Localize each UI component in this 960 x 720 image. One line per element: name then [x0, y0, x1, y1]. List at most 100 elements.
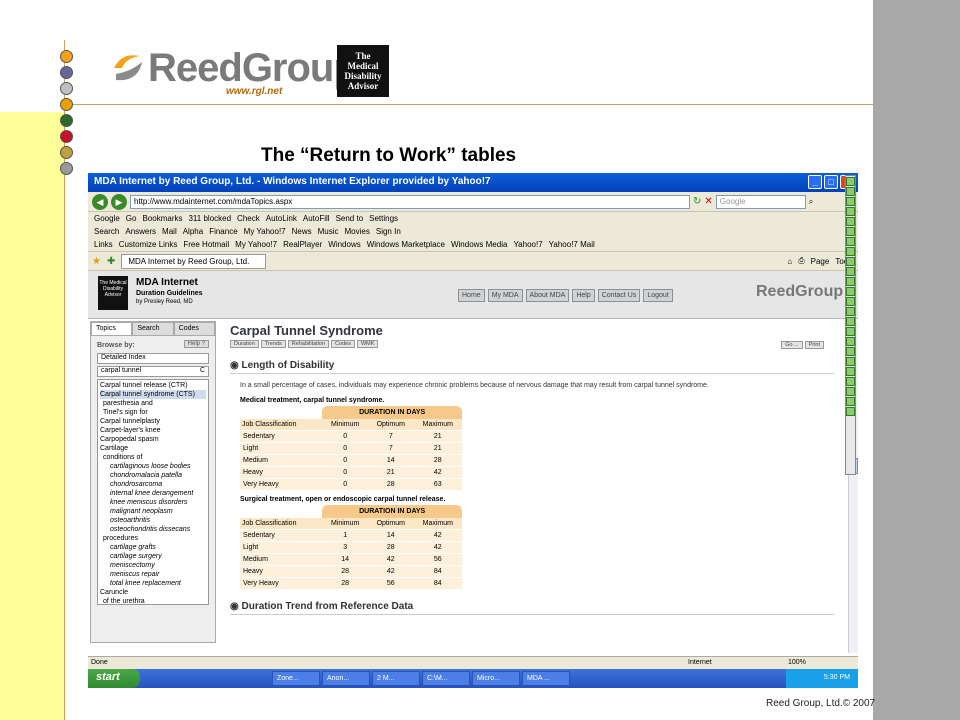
list-item[interactable]: procedures	[100, 534, 206, 543]
link-item[interactable]: My Yahoo!7	[235, 240, 277, 249]
list-item[interactable]: Carpet-layer's knee	[100, 426, 206, 435]
list-item[interactable]: knee meniscus disorders	[100, 498, 206, 507]
list-item[interactable]: cartilage surgery	[100, 552, 206, 561]
search-input[interactable]: Google	[715, 194, 806, 209]
content-tool-button[interactable]: Print	[804, 341, 824, 349]
sidebar-tab[interactable]: Search	[132, 322, 174, 336]
program-icon[interactable]	[846, 407, 855, 416]
list-item[interactable]: internal knee derangement	[100, 489, 206, 498]
program-icon[interactable]	[846, 187, 855, 196]
list-item[interactable]: chondromalacia patella	[100, 471, 206, 480]
list-item[interactable]: Carpal tunnelplasty	[100, 417, 206, 426]
link-item[interactable]: Windows Media	[451, 240, 507, 249]
list-item[interactable]: osteochondritis dissecans	[100, 525, 206, 534]
forward-button[interactable]: ▶	[111, 193, 127, 210]
toolbar-item[interactable]: Alpha	[183, 227, 203, 236]
back-button[interactable]: ◀	[92, 193, 108, 210]
list-item[interactable]: malignant neoplasm	[100, 507, 206, 516]
toolbar-item[interactable]: AutoLink	[266, 214, 297, 223]
list-item[interactable]: meniscectomy	[100, 561, 206, 570]
list-item[interactable]: paresthesia and	[100, 399, 206, 408]
sidebar-tab[interactable]: Codes	[173, 322, 215, 336]
content-tool-button[interactable]: Go ...	[781, 341, 803, 349]
program-icon[interactable]	[846, 347, 855, 356]
content-tab[interactable]: Rehabilitation	[287, 340, 330, 348]
program-icon[interactable]	[846, 197, 855, 206]
toolbar-item[interactable]: Send to	[336, 214, 364, 223]
link-item[interactable]: RealPlayer	[283, 240, 322, 249]
toolbar-item[interactable]: Google	[94, 214, 120, 223]
link-item[interactable]: Windows	[328, 240, 360, 249]
add-favorite-icon[interactable]: ✚	[107, 256, 115, 267]
nav-link[interactable]: Help	[572, 289, 595, 302]
link-item[interactable]: Yahoo!7	[513, 240, 542, 249]
program-icon[interactable]	[846, 207, 855, 216]
program-icon[interactable]	[846, 257, 855, 266]
program-icon[interactable]	[846, 177, 855, 186]
stop-icon[interactable]: ✕	[704, 196, 712, 207]
toolbar-item[interactable]: Finance	[209, 227, 237, 236]
toolbar-item[interactable]: News	[292, 227, 312, 236]
list-item[interactable]: total knee replacement	[100, 579, 206, 588]
sidebar-tab[interactable]: Topics	[91, 322, 133, 336]
toolbar-item[interactable]: Music	[318, 227, 339, 236]
program-icon[interactable]	[846, 307, 855, 316]
link-item[interactable]: Windows Marketplace	[367, 240, 445, 249]
program-icon[interactable]	[846, 377, 855, 386]
program-icon[interactable]	[846, 317, 855, 326]
program-icon[interactable]	[846, 247, 855, 256]
program-icon[interactable]	[846, 237, 855, 246]
favorites-star-icon[interactable]: ★	[92, 256, 101, 267]
toolbar-item[interactable]: Sign In	[376, 227, 401, 236]
toolbar-item[interactable]: 311 blocked	[188, 214, 231, 223]
taskbar-button[interactable]: 2 M...	[372, 671, 420, 686]
start-button[interactable]: start	[88, 669, 140, 688]
help-button[interactable]: Help ?	[183, 340, 209, 348]
list-item[interactable]: Carpopedal spasm	[100, 435, 206, 444]
list-item[interactable]: chondrosarcoma	[100, 480, 206, 489]
list-item[interactable]: conditions of	[100, 453, 206, 462]
page-menu[interactable]: Page	[811, 257, 830, 266]
toolbar-item[interactable]: Bookmarks	[142, 214, 182, 223]
toolbar-item[interactable]: My Yahoo!7	[244, 227, 286, 236]
list-item[interactable]: Caruncle	[100, 588, 206, 597]
list-item[interactable]: Carpal tunnel syndrome (CTS)	[100, 390, 206, 399]
list-item[interactable]: cartilage grafts	[100, 543, 206, 552]
program-icon[interactable]	[846, 397, 855, 406]
list-item[interactable]: Carpal tunnel release (CTR)	[100, 381, 206, 390]
taskbar-button[interactable]: Micro...	[472, 671, 520, 686]
toolbar-item[interactable]: Movies	[345, 227, 370, 236]
print-icon[interactable]: ⎙	[798, 256, 804, 266]
content-tab[interactable]: Trends	[260, 340, 286, 348]
list-item[interactable]: cartilaginous loose bodies	[100, 462, 206, 471]
program-icon[interactable]	[846, 357, 855, 366]
program-icon[interactable]	[846, 267, 855, 276]
taskbar-button[interactable]: Zone...	[272, 671, 320, 686]
program-icon[interactable]	[846, 287, 855, 296]
toolbar-item[interactable]: Mail	[162, 227, 177, 236]
list-item[interactable]: of the urethra	[100, 597, 206, 604]
browse-select[interactable]: Detailed Index	[97, 353, 209, 364]
program-icon[interactable]	[846, 337, 855, 346]
taskbar-button[interactable]: Anon...	[322, 671, 370, 686]
link-item[interactable]: Customize Links	[119, 240, 178, 249]
list-item[interactable]: meniscus repair	[100, 570, 206, 579]
toolbar-item[interactable]: Settings	[369, 214, 398, 223]
toolbar-item[interactable]: Search	[94, 227, 119, 236]
content-tab[interactable]: WMK	[356, 340, 379, 348]
list-item[interactable]: Tinel's sign for	[100, 408, 206, 417]
link-item[interactable]: Free Hotmail	[183, 240, 229, 249]
program-icon[interactable]	[846, 327, 855, 336]
status-zoom[interactable]: 100%	[788, 659, 806, 666]
address-input[interactable]: http://www.mdainternet.com/mdaTopics.asp…	[130, 194, 690, 209]
toolbar-item[interactable]: Answers	[125, 227, 156, 236]
list-item[interactable]: Cartilage	[100, 444, 206, 453]
content-tab[interactable]: Codes	[331, 340, 355, 348]
maximize-button[interactable]: □	[824, 175, 838, 189]
home-icon[interactable]: ⌂	[787, 257, 792, 266]
content-tab[interactable]: Duration	[230, 340, 259, 348]
refresh-icon[interactable]: ↻	[693, 196, 701, 207]
tab-mda[interactable]: MDA Internet by Reed Group, Ltd.	[121, 253, 267, 269]
program-icon[interactable]	[846, 367, 855, 376]
link-item[interactable]: Yahoo!7 Mail	[549, 240, 595, 249]
